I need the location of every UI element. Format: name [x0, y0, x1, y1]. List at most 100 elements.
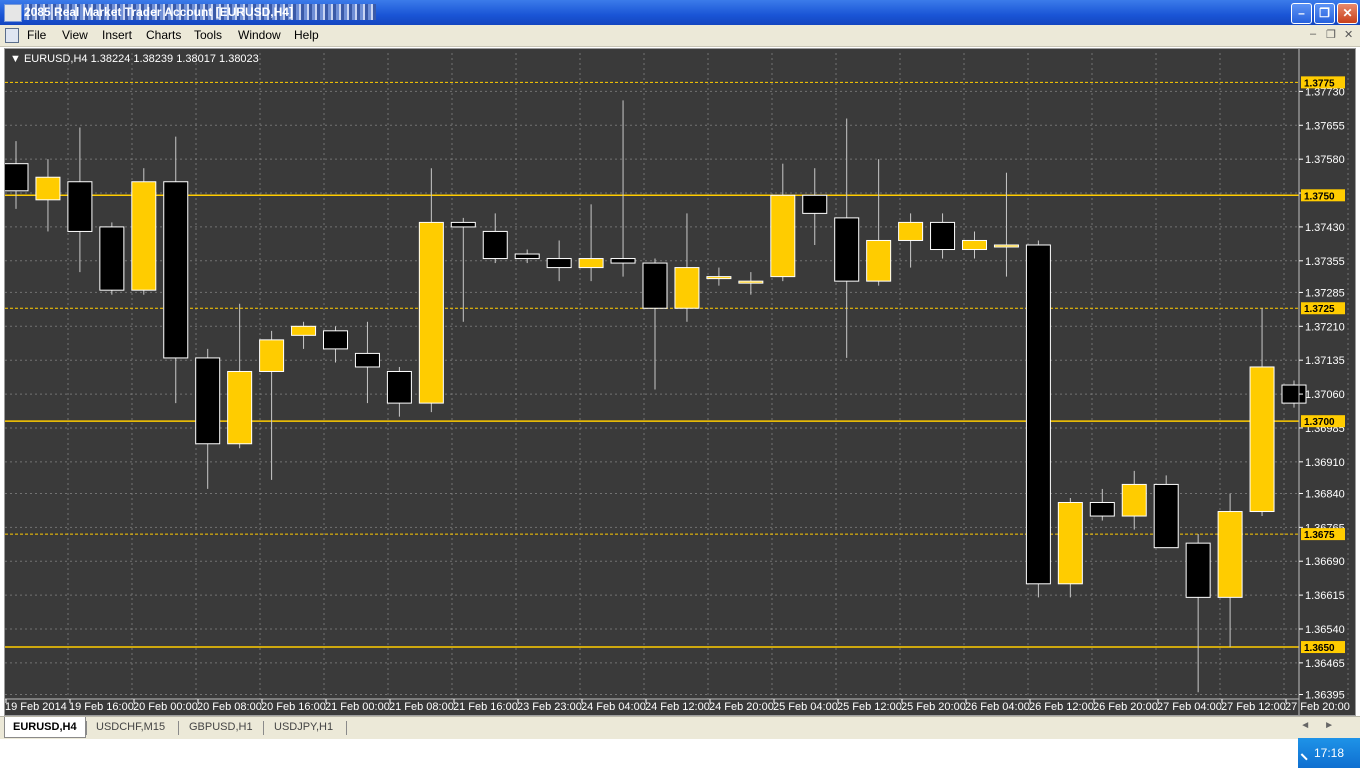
candle-body-bull	[35, 176, 61, 201]
tray-arrow-icon[interactable]	[1300, 747, 1314, 761]
candle-body-bear	[610, 258, 636, 264]
candle-body-bull	[738, 280, 764, 284]
time-tick-label: 25 Feb 20:00	[901, 701, 966, 713]
candle	[1217, 493, 1243, 648]
time-tick-label: 26 Feb 04:00	[965, 701, 1030, 713]
candle	[163, 136, 189, 404]
time-axis: 19 Feb 2014 19 Feb 16:00 20 Feb 00:00 20 Fe…	[5, 698, 1350, 713]
candle-body-bull	[1249, 366, 1275, 513]
menu-tools[interactable]: Tools	[194, 28, 222, 42]
candle	[898, 213, 924, 268]
candle	[674, 213, 700, 322]
close-button[interactable]: ✕	[1337, 3, 1358, 24]
candle	[291, 321, 317, 349]
candle	[802, 168, 828, 245]
price-tick-label: 1.37135	[1305, 355, 1345, 367]
price-tick-label: 1.37655	[1305, 120, 1345, 132]
tab-scroll-right-icon[interactable]: ►	[1324, 720, 1348, 731]
candlestick-chart[interactable]: 1.377301.376551.375801.375051.374301.373…	[5, 49, 1355, 715]
menu-bar: File View Insert Charts Tools Window Hel…	[0, 25, 1360, 47]
candle	[67, 127, 93, 273]
candle	[35, 159, 61, 232]
price-tick-label: 1.36540	[1305, 624, 1345, 636]
candle	[1185, 534, 1211, 693]
candle	[1121, 470, 1147, 530]
price-tick-label: 1.36910	[1305, 457, 1345, 469]
candle-body-bull	[227, 370, 253, 445]
candle	[962, 231, 987, 259]
mdi-minimize-button[interactable]: –	[1310, 28, 1316, 40]
clock-time: 17:18	[1313, 746, 1345, 760]
tab-eurusd-h4[interactable]: EURUSD,H4	[4, 717, 86, 738]
candle-body-bear	[67, 181, 93, 232]
candle-body-bear	[1153, 483, 1179, 549]
title-bar[interactable]: 2085 Real Market Trader Account [EURUSD,…	[0, 0, 1360, 25]
time-tick-label: 23 Feb 23:00	[517, 701, 582, 713]
candle	[706, 267, 732, 286]
candle-body-bull	[1057, 501, 1083, 585]
tab-usdchf-m15[interactable]: USDCHF,M15	[96, 719, 165, 735]
candle-body-bear	[930, 221, 956, 251]
tab-usdjpy-h1[interactable]: USDJPY,H1	[274, 719, 333, 735]
level-label-text: 1.3775	[1304, 78, 1335, 89]
chart-tab-bar: EURUSD,H4 USDCHF,M15 GBPUSD,H1 USDJPY,H1…	[0, 716, 1360, 739]
candle	[578, 204, 604, 282]
candle-body-bull	[259, 339, 285, 372]
candle-body-bull	[418, 221, 444, 404]
price-tick-label: 1.37580	[1305, 154, 1345, 166]
candle	[642, 258, 668, 390]
tab-separator	[346, 721, 347, 735]
candle	[834, 118, 860, 358]
mdi-close-button[interactable]: ✕	[1344, 28, 1353, 41]
candle-body-bear	[386, 370, 412, 404]
candle-body-bull	[706, 276, 732, 280]
menu-charts[interactable]: Charts	[146, 28, 181, 42]
chart-window[interactable]: 1.377301.376551.375801.375051.374301.373…	[4, 48, 1356, 716]
price-tick-label: 1.36395	[1305, 689, 1345, 701]
restore-button[interactable]: ❐	[1314, 3, 1335, 24]
menu-help[interactable]: Help	[294, 28, 319, 42]
candle-body-bull	[866, 239, 892, 282]
candle	[1025, 240, 1051, 598]
tab-separator	[263, 721, 264, 735]
app-icon	[4, 4, 22, 22]
candle-body-bull	[291, 325, 317, 336]
time-tick-label: 27 Feb 04:00	[1157, 701, 1222, 713]
time-tick-label: 24 Feb 12:00	[645, 701, 710, 713]
tab-scroll-arrows[interactable]: ◄►	[1300, 720, 1348, 731]
candle	[546, 240, 572, 282]
candle-body-bear	[195, 357, 221, 445]
price-tick-label: 1.36690	[1305, 556, 1345, 568]
menu-view[interactable]: View	[62, 28, 88, 42]
time-tick-label: 21 Feb 16:00	[453, 701, 518, 713]
tab-gbpusd-h1[interactable]: GBPUSD,H1	[189, 719, 253, 735]
time-tick-label: 26 Feb 20:00	[1093, 701, 1158, 713]
candle-body-bear	[323, 330, 348, 350]
level-label-text: 1.3725	[1304, 304, 1335, 315]
minimize-button[interactable]: –	[1291, 3, 1312, 24]
candle-body-bear	[99, 226, 125, 291]
menu-insert[interactable]: Insert	[102, 28, 132, 42]
candle	[482, 213, 508, 264]
chart-window-icon[interactable]	[5, 28, 19, 43]
menu-window[interactable]: Window	[238, 28, 281, 42]
taskbar-clock[interactable]: 17:18	[1298, 738, 1360, 768]
price-tick-label: 1.37060	[1305, 389, 1345, 401]
candle-body-bear	[482, 230, 508, 260]
candle	[1057, 497, 1083, 598]
price-tick-label: 1.36465	[1305, 658, 1345, 670]
candle	[259, 330, 285, 480]
candles	[5, 100, 1307, 693]
candle-body-bear	[802, 194, 828, 214]
time-tick-label: 20 Feb 16:00	[261, 701, 326, 713]
candle-body-bull	[993, 244, 1019, 248]
menu-file[interactable]: File	[27, 28, 46, 42]
mdi-restore-button[interactable]: ❐	[1326, 28, 1336, 41]
candle-body-bull	[962, 239, 987, 251]
tab-scroll-left-icon[interactable]: ◄	[1300, 720, 1324, 731]
level-label-text: 1.3700	[1304, 417, 1335, 428]
level-label-text: 1.3750	[1304, 191, 1335, 202]
candle	[354, 321, 380, 404]
time-tick-label: 25 Feb 12:00	[837, 701, 902, 713]
candle-body-bear	[5, 163, 29, 192]
